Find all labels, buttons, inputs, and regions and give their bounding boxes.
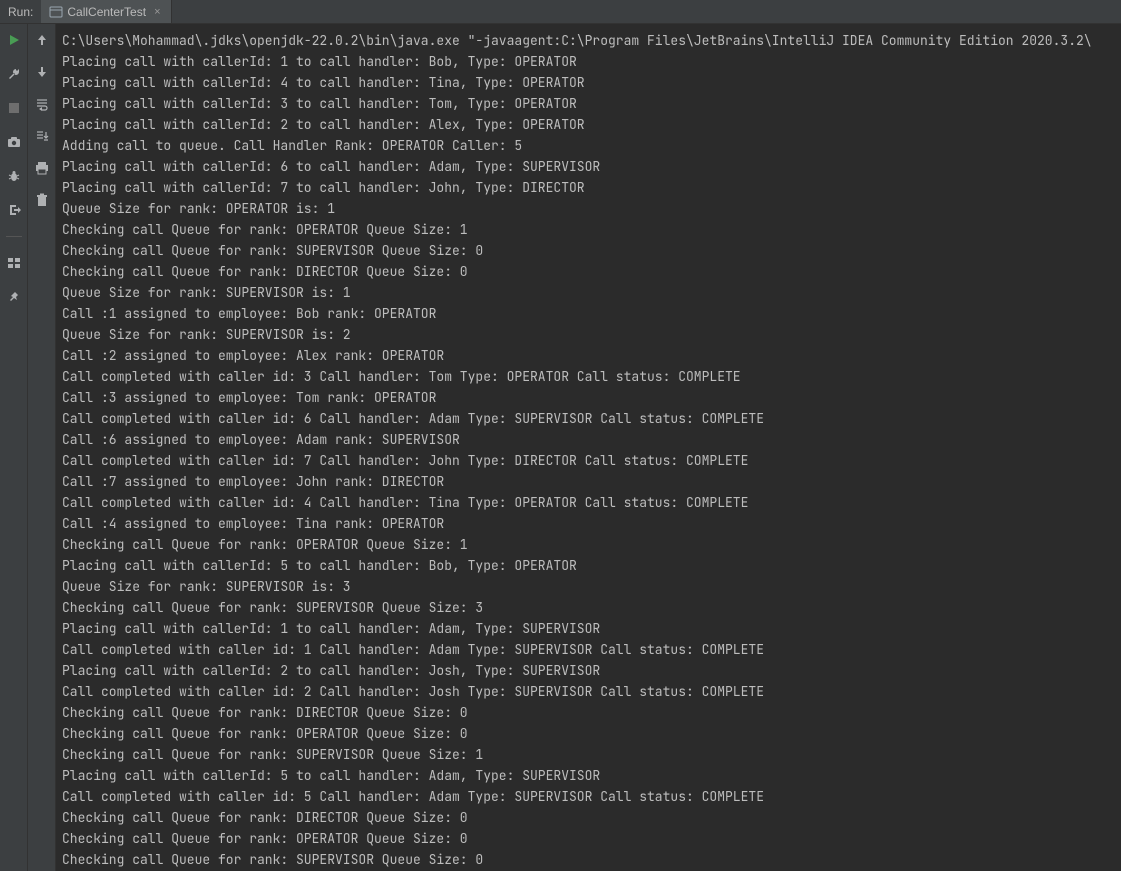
console-line: Checking call Queue for rank: OPERATOR Q…: [60, 534, 1121, 555]
run-config-tab[interactable]: CallCenterTest ×: [41, 0, 171, 23]
rerun-button[interactable]: [4, 30, 24, 50]
console-line: Call completed with caller id: 4 Call ha…: [60, 492, 1121, 513]
tab-title: CallCenterTest: [67, 5, 146, 19]
bug-icon[interactable]: [4, 166, 24, 186]
console-line: Checking call Queue for rank: OPERATOR Q…: [60, 828, 1121, 849]
console-line: Queue Size for rank: SUPERVISOR is: 2: [60, 324, 1121, 345]
console-line: Placing call with callerId: 2 to call ha…: [60, 114, 1121, 135]
run-panel-header: Run: CallCenterTest ×: [0, 0, 1121, 24]
app-icon: [49, 5, 63, 19]
console-line: Placing call with callerId: 7 to call ha…: [60, 177, 1121, 198]
console-line: Call completed with caller id: 2 Call ha…: [60, 681, 1121, 702]
layout-icon[interactable]: [4, 253, 24, 273]
console-line: Checking call Queue for rank: DIRECTOR Q…: [60, 702, 1121, 723]
console-output[interactable]: C:\Users\Mohammad\.jdks\openjdk-22.0.2\b…: [56, 24, 1121, 871]
exit-icon[interactable]: [4, 200, 24, 220]
console-line: Checking call Queue for rank: SUPERVISOR…: [60, 240, 1121, 261]
console-line: Checking call Queue for rank: DIRECTOR Q…: [60, 261, 1121, 282]
console-line: Checking call Queue for rank: SUPERVISOR…: [60, 849, 1121, 870]
console-line: Checking call Queue for rank: DIRECTOR Q…: [60, 807, 1121, 828]
console-line: Call completed with caller id: 1 Call ha…: [60, 639, 1121, 660]
stop-button[interactable]: [4, 98, 24, 118]
console-line: Call :7 assigned to employee: John rank:…: [60, 471, 1121, 492]
console-line: Placing call with callerId: 1 to call ha…: [60, 51, 1121, 72]
console-line: Placing call with callerId: 6 to call ha…: [60, 156, 1121, 177]
console-line: C:\Users\Mohammad\.jdks\openjdk-22.0.2\b…: [60, 30, 1121, 51]
console-line: Call completed with caller id: 7 Call ha…: [60, 450, 1121, 471]
console-line: Queue Size for rank: SUPERVISOR is: 3: [60, 576, 1121, 597]
close-tab-icon[interactable]: ×: [150, 6, 164, 18]
trash-icon[interactable]: [32, 190, 52, 210]
console-line: Checking call Queue for rank: SUPERVISOR…: [60, 744, 1121, 765]
console-line: Queue Size for rank: SUPERVISOR is: 1: [60, 282, 1121, 303]
main-area: C:\Users\Mohammad\.jdks\openjdk-22.0.2\b…: [0, 24, 1121, 871]
console-line: Placing call with callerId: 5 to call ha…: [60, 555, 1121, 576]
console-line: Queue Size for rank: OPERATOR is: 1: [60, 198, 1121, 219]
console-line: Call :4 assigned to employee: Tina rank:…: [60, 513, 1121, 534]
print-icon[interactable]: [32, 158, 52, 178]
console-line: Checking call Queue for rank: OPERATOR Q…: [60, 723, 1121, 744]
console-line: Call :1 assigned to employee: Bob rank: …: [60, 303, 1121, 324]
console-line: Call :6 assigned to employee: Adam rank:…: [60, 429, 1121, 450]
scroll-to-end-icon[interactable]: [32, 126, 52, 146]
console-line: Placing call with callerId: 4 to call ha…: [60, 72, 1121, 93]
run-label: Run:: [0, 5, 41, 19]
camera-icon[interactable]: [4, 132, 24, 152]
console-line: Placing call with callerId: 3 to call ha…: [60, 93, 1121, 114]
wrench-icon[interactable]: [4, 64, 24, 84]
console-line: Call :3 assigned to employee: Tom rank: …: [60, 387, 1121, 408]
console-line: Checking call Queue for rank: SUPERVISOR…: [60, 597, 1121, 618]
arrow-up-icon[interactable]: [32, 30, 52, 50]
run-controls-toolbar: [28, 24, 56, 871]
pin-icon[interactable]: [4, 287, 24, 307]
console-line: Call completed with caller id: 6 Call ha…: [60, 408, 1121, 429]
left-sidebar-toolbar: [0, 24, 28, 871]
console-line: Placing call with callerId: 5 to call ha…: [60, 765, 1121, 786]
soft-wrap-icon[interactable]: [32, 94, 52, 114]
console-line: Placing call with callerId: 2 to call ha…: [60, 660, 1121, 681]
console-line: Call :2 assigned to employee: Alex rank:…: [60, 345, 1121, 366]
console-line: Adding call to queue. Call Handler Rank:…: [60, 135, 1121, 156]
arrow-down-icon[interactable]: [32, 62, 52, 82]
console-line: Call completed with caller id: 5 Call ha…: [60, 786, 1121, 807]
console-line: Call completed with caller id: 3 Call ha…: [60, 366, 1121, 387]
console-line: Checking call Queue for rank: OPERATOR Q…: [60, 219, 1121, 240]
divider: [6, 236, 22, 237]
console-line: Placing call with callerId: 1 to call ha…: [60, 618, 1121, 639]
